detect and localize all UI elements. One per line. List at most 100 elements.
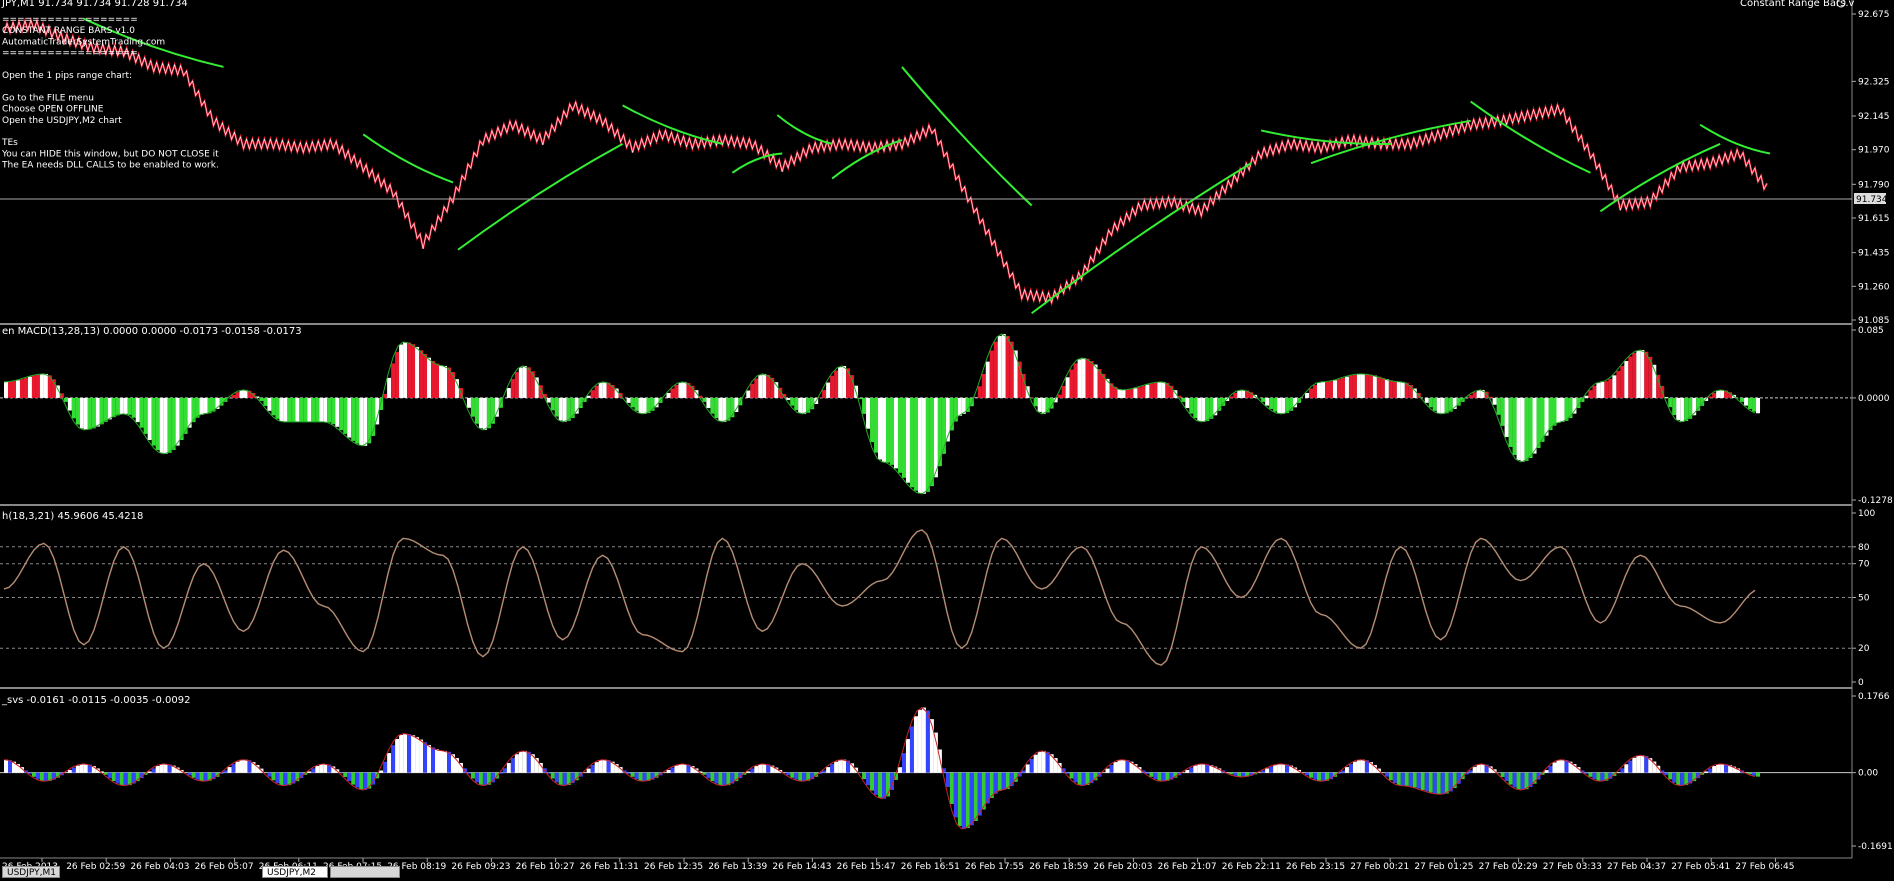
histogram-bar xyxy=(435,364,439,398)
histogram-bar xyxy=(20,379,24,398)
stoch-title: h(18,3,21) 45.9606 45.4218 xyxy=(2,511,143,522)
histogram-bar xyxy=(994,342,998,398)
histogram-bar xyxy=(1269,767,1273,773)
histogram-bar xyxy=(1632,758,1636,773)
histogram-bar xyxy=(144,398,148,434)
histogram-bar xyxy=(958,773,962,826)
histogram-bar xyxy=(1365,374,1369,398)
histogram-bar xyxy=(231,764,235,773)
histogram-bar xyxy=(1042,398,1046,414)
histogram-bar xyxy=(587,769,591,773)
histogram-bar xyxy=(1469,395,1473,398)
histogram-bar xyxy=(882,773,886,799)
histogram-bar xyxy=(108,398,112,419)
histogram-bar xyxy=(1640,350,1644,398)
histogram-bar xyxy=(834,371,838,398)
histogram-bar xyxy=(24,378,28,398)
histogram-bar xyxy=(902,753,906,773)
ea-note-line: Go to the FILE menu xyxy=(2,93,94,103)
histogram-bar xyxy=(315,398,319,422)
histogram-bar xyxy=(978,386,982,398)
histogram-bar xyxy=(519,368,523,398)
histogram-bar xyxy=(40,374,44,398)
histogram-bar xyxy=(239,391,243,398)
histogram-bar xyxy=(886,398,890,463)
histogram-bar xyxy=(68,398,72,411)
histogram-bar xyxy=(1552,398,1556,426)
histogram-bar xyxy=(722,773,726,786)
histogram-bar xyxy=(1058,395,1062,398)
histogram-bar xyxy=(1034,755,1038,773)
histogram-bar xyxy=(1369,375,1373,398)
histogram-bar xyxy=(1636,351,1640,398)
histogram-bar xyxy=(866,773,870,786)
histogram-bar xyxy=(148,771,152,772)
histogram-bar xyxy=(80,764,84,772)
histogram-bar xyxy=(1401,382,1405,398)
histogram-bar xyxy=(1109,765,1113,773)
histogram-bar xyxy=(104,773,108,775)
y-tick-label: 91.260 xyxy=(1858,282,1890,292)
histogram-bar xyxy=(674,766,678,773)
histogram-bar xyxy=(1425,773,1429,792)
histogram-bar xyxy=(1022,374,1026,398)
chart-tab-usdjpy-m1[interactable]: USDJPY,M1 xyxy=(2,866,60,878)
histogram-bar xyxy=(343,398,347,434)
histogram-bar xyxy=(1497,398,1501,415)
histogram-bar xyxy=(1038,398,1042,412)
histogram-bar xyxy=(136,398,140,422)
histogram-bar xyxy=(559,398,563,421)
histogram-bar xyxy=(766,375,770,398)
histogram-bar xyxy=(387,753,391,773)
histogram-bar xyxy=(311,398,315,422)
histogram-bar xyxy=(96,398,100,427)
histogram-bar xyxy=(1189,398,1193,414)
histogram-bar xyxy=(379,770,383,772)
histogram-bar xyxy=(239,760,243,772)
histogram-bar xyxy=(822,770,826,772)
histogram-bar xyxy=(1277,764,1281,772)
histogram-bar xyxy=(4,382,8,398)
histogram-bar xyxy=(822,390,826,398)
histogram-bar xyxy=(84,764,88,773)
histogram-bar xyxy=(1421,773,1425,790)
histogram-bar xyxy=(1556,398,1560,423)
histogram-bar xyxy=(790,398,794,406)
histogram-bar xyxy=(966,773,970,828)
histogram-bar xyxy=(235,762,239,773)
ea-note-line: TEs xyxy=(1,138,18,148)
histogram-bar xyxy=(1034,398,1038,406)
histogram-bar xyxy=(1513,398,1517,455)
histogram-bar xyxy=(319,398,323,422)
histogram-bar xyxy=(1157,773,1161,781)
histogram-bar xyxy=(467,398,471,408)
chart-tab-usdjpy-m2[interactable]: USDJPY,M2 xyxy=(262,866,328,878)
histogram-bar xyxy=(311,768,315,772)
chart-canvas[interactable]: JPY,M1 91.734 91.734 91.728 91.734 Const… xyxy=(0,0,1894,878)
histogram-bar xyxy=(842,366,846,398)
histogram-bar xyxy=(76,398,80,425)
histogram-bar xyxy=(1002,773,1006,790)
histogram-bar xyxy=(1349,376,1353,398)
histogram-bar xyxy=(307,398,311,422)
histogram-bar xyxy=(1133,388,1137,398)
x-tick-label: 26 Feb 12:35 xyxy=(644,862,703,872)
histogram-bar xyxy=(994,773,998,794)
histogram-bar xyxy=(72,398,76,418)
histogram-bar xyxy=(1353,375,1357,398)
histogram-bar xyxy=(1401,773,1405,786)
histogram-bar xyxy=(160,764,164,772)
y-tick-label: 91.970 xyxy=(1858,146,1890,156)
histogram-bar xyxy=(4,760,8,773)
histogram-bar xyxy=(1636,756,1640,773)
histogram-bar xyxy=(519,752,523,773)
histogram-bar xyxy=(259,398,263,401)
ea-note-line: Open the USDJPY,M2 chart xyxy=(2,116,122,126)
y-tick-label: -0.1278 xyxy=(1858,496,1893,506)
histogram-bar xyxy=(483,773,487,786)
histogram-bar xyxy=(786,773,790,776)
chart-tab-other[interactable] xyxy=(330,866,400,878)
histogram-bar xyxy=(204,773,208,782)
histogram-bar xyxy=(307,771,311,772)
histogram-bar xyxy=(826,383,830,398)
